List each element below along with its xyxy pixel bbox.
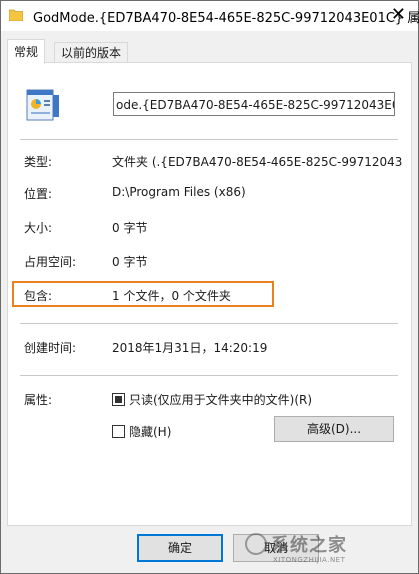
- location-label: 位置:: [24, 187, 53, 201]
- name-field[interactable]: ode.{ED7BA470-8E54-465E-825C-99712043E01…: [113, 92, 395, 116]
- watermark-logo-icon: [245, 533, 267, 555]
- separator: [20, 139, 398, 140]
- ok-button[interactable]: 确定: [137, 534, 223, 562]
- readonly-checkbox[interactable]: [112, 393, 125, 406]
- size-on-disk-label: 占用空间:: [24, 255, 77, 269]
- attributes-label: 属性:: [24, 393, 53, 407]
- size-on-disk-value: 0 字节: [112, 255, 148, 269]
- type-value: 文件夹 (.{ED7BA470-8E54-465E-825C-99712043E…: [112, 155, 402, 169]
- folder-icon: [9, 9, 23, 21]
- size-value: 0 字节: [112, 221, 148, 235]
- site-watermark: 系统之家 XITONGZHIJIA.NET: [243, 529, 413, 569]
- control-panel-icon: [26, 89, 59, 121]
- watermark-text: 系统之家: [271, 535, 347, 556]
- properties-window: GodMode.{ED7BA470-8E54-465E-825C-9971204…: [0, 0, 419, 574]
- watermark-subtext: XITONGZHIJIA.NET: [273, 556, 346, 564]
- close-icon[interactable]: ✕: [391, 5, 406, 25]
- general-panel: ode.{ED7BA470-8E54-465E-825C-99712043E01…: [7, 62, 412, 526]
- contains-label: 包含:: [24, 289, 53, 303]
- title-bar: GodMode.{ED7BA470-8E54-465E-825C-9971204…: [1, 1, 419, 31]
- location-value: D:\Program Files (x86): [112, 185, 246, 199]
- tab-strip: 常规 以前的版本: [1, 31, 418, 64]
- type-label: 类型:: [24, 155, 53, 169]
- hidden-checkbox[interactable]: [112, 425, 125, 438]
- readonly-checkbox-label[interactable]: 只读(仅应用于文件夹中的文件)(R): [129, 391, 312, 408]
- tab-general[interactable]: 常规: [7, 39, 46, 64]
- created-label: 创建时间:: [24, 341, 77, 355]
- separator: [20, 375, 398, 376]
- window-title: GodMode.{ED7BA470-8E54-465E-825C-9971204…: [33, 11, 419, 26]
- hidden-checkbox-label[interactable]: 隐藏(H): [129, 423, 171, 440]
- separator: [20, 323, 398, 324]
- created-value: 2018年1月31日，14:20:19: [112, 341, 268, 355]
- tab-previous-versions[interactable]: 以前的版本: [54, 42, 129, 63]
- contains-value: 1 个文件，0 个文件夹: [112, 289, 231, 303]
- size-label: 大小:: [24, 221, 53, 235]
- advanced-button[interactable]: 高级(D)...: [274, 416, 394, 442]
